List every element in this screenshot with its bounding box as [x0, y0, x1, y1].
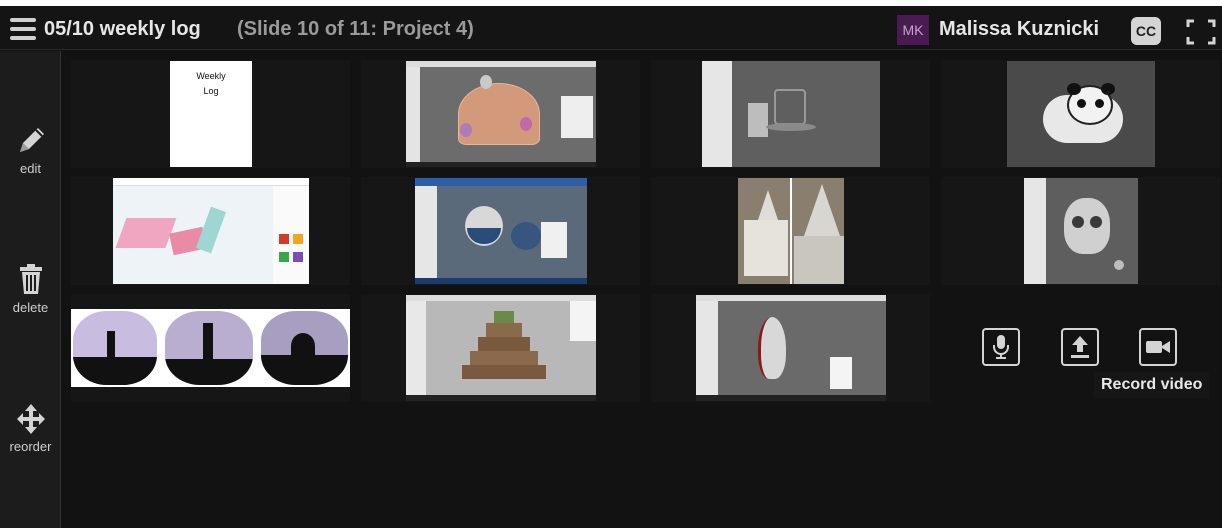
slide-indicator: (Slide 10 of 11: Project 4) — [237, 18, 474, 40]
slide-grid: Weekly Log — [61, 51, 1222, 528]
tool-sidebar: edit delete reorder — [0, 51, 61, 528]
slide-thumbnail[interactable] — [651, 294, 930, 402]
upload-button[interactable] — [1061, 328, 1099, 366]
delete-button[interactable]: delete — [0, 262, 61, 315]
upload-icon — [1071, 336, 1089, 358]
pencil-icon — [19, 128, 44, 152]
page-title: 05/10 weekly log — [44, 18, 201, 40]
reorder-label: reorder — [9, 439, 52, 454]
record-video-button[interactable] — [1139, 328, 1177, 366]
video-camera-icon — [1146, 341, 1170, 353]
slide-thumbnail[interactable] — [361, 294, 640, 402]
microphone-icon — [993, 335, 1009, 359]
silhouette-ornaments-photo — [71, 309, 350, 387]
user-name[interactable]: Malissa Kuznicki — [939, 18, 1099, 41]
weekly-log-cover: Weekly Log — [170, 61, 252, 167]
cone-photos — [738, 178, 844, 284]
pyramid-model-screenshot — [406, 295, 596, 401]
delete-label: delete — [12, 300, 49, 315]
panda-model-screenshot — [1007, 61, 1155, 167]
edit-button[interactable]: edit — [0, 123, 61, 176]
room-model-screenshot — [702, 61, 880, 167]
slide-thumbnail[interactable] — [651, 177, 930, 285]
helmet-model-screenshot — [415, 178, 587, 284]
record-audio-button[interactable] — [982, 328, 1020, 366]
slide-thumbnail[interactable] — [941, 60, 1220, 168]
slide-thumbnail[interactable] — [361, 60, 640, 168]
closed-captions-button[interactable]: CC — [1131, 17, 1161, 45]
slide-thumbnail[interactable] — [71, 294, 350, 402]
reorder-button[interactable]: reorder — [0, 403, 61, 454]
slide-thumbnail[interactable] — [651, 60, 930, 168]
shell-model-screenshot — [696, 295, 886, 401]
move-icon — [16, 404, 45, 434]
skull-model-screenshot — [1024, 178, 1138, 284]
hamburger-menu-icon[interactable] — [10, 18, 36, 40]
avatar[interactable]: MK — [897, 15, 929, 45]
header-bar: 05/10 weekly log (Slide 10 of 11: Projec… — [0, 6, 1222, 50]
slide-thumbnail[interactable] — [71, 177, 350, 285]
balloon-scene-screenshot — [406, 61, 596, 167]
tinkercad-shapes-screenshot — [113, 178, 309, 284]
slide-thumbnail[interactable] — [361, 177, 640, 285]
slide-thumbnail[interactable]: Weekly Log — [71, 60, 350, 168]
record-video-tooltip: Record video — [1094, 372, 1210, 398]
fullscreen-icon[interactable] — [1185, 18, 1217, 46]
trash-icon — [19, 264, 42, 294]
slide-thumbnail[interactable] — [941, 177, 1220, 285]
edit-label: edit — [20, 161, 41, 176]
